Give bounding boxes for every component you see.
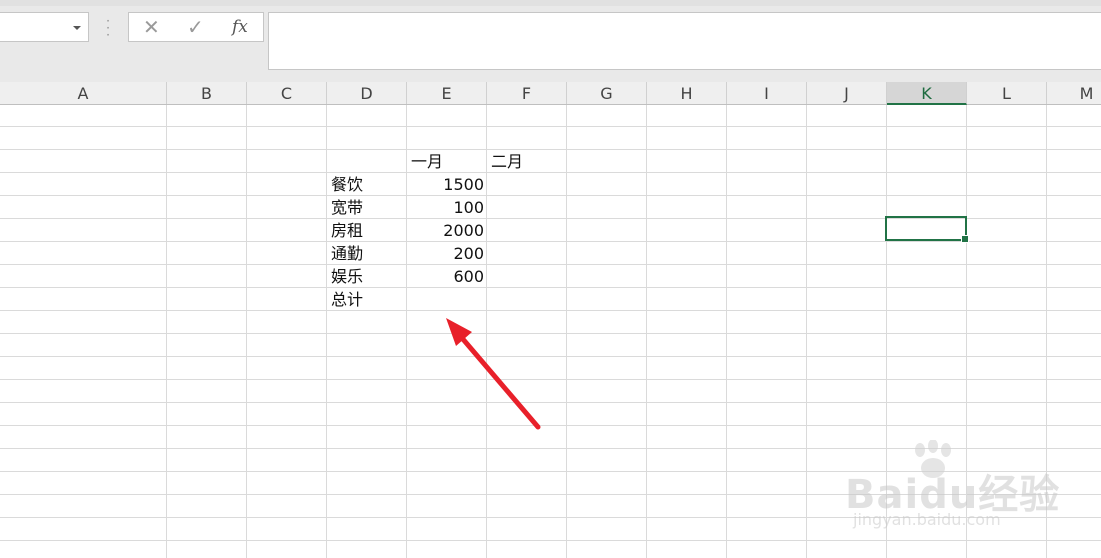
baidu-watermark: Baidu经验 jingyan.baidu.com: [845, 440, 1101, 535]
arrow-shaft: [459, 335, 541, 430]
watermark-url: jingyan.baidu.com: [853, 510, 1001, 529]
